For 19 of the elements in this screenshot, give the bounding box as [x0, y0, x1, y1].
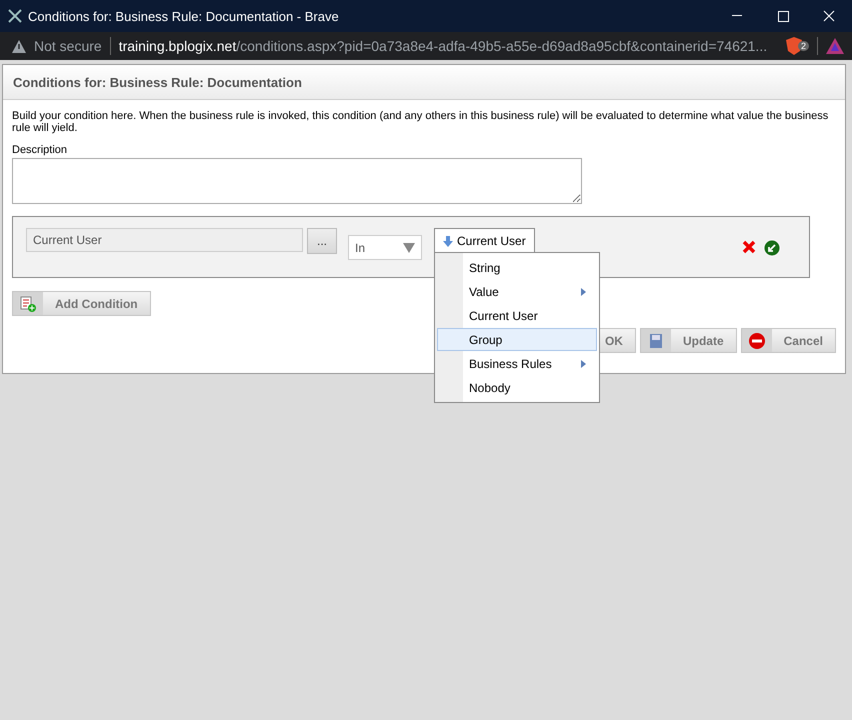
menu-item[interactable]: Nobody	[437, 376, 597, 399]
left-value-field[interactable]: Current User	[26, 228, 303, 252]
value-type-button[interactable]: Current User	[434, 228, 535, 253]
cancel-button[interactable]: Cancel	[740, 328, 836, 353]
browse-button[interactable]: ...	[307, 228, 337, 254]
dialog-title: Conditions for: Business Rule: Documentation	[13, 74, 302, 90]
menu-item[interactable]: Business Rules	[437, 352, 597, 375]
window-title: Conditions for: Business Rule: Documentation - Brave	[28, 8, 340, 24]
menu-item[interactable]: Value	[437, 280, 597, 303]
description-label: Description	[12, 144, 68, 156]
menu-item[interactable]: String	[437, 256, 597, 279]
intro-text: Build your condition here. When the business rule is invoked, this condition (and any others in this business rule) will be evaluated to determine what value the business rule will yield.	[12, 110, 830, 134]
url-text[interactable]: training.bplogix.net/conditions.aspx?pid=0a73a8e4-adfa-49b5-a55e-d69ad8a95cbf&containerid=74621...	[118, 38, 778, 54]
update-button[interactable]: Update	[640, 328, 737, 353]
menu-item[interactable]: Current User	[437, 304, 597, 327]
add-condition-button[interactable]: Add Condition	[12, 291, 151, 316]
security-label[interactable]: Not secure	[34, 38, 102, 54]
menu-item[interactable]: Group	[437, 328, 597, 351]
operator-select[interactable]: In	[348, 235, 422, 260]
